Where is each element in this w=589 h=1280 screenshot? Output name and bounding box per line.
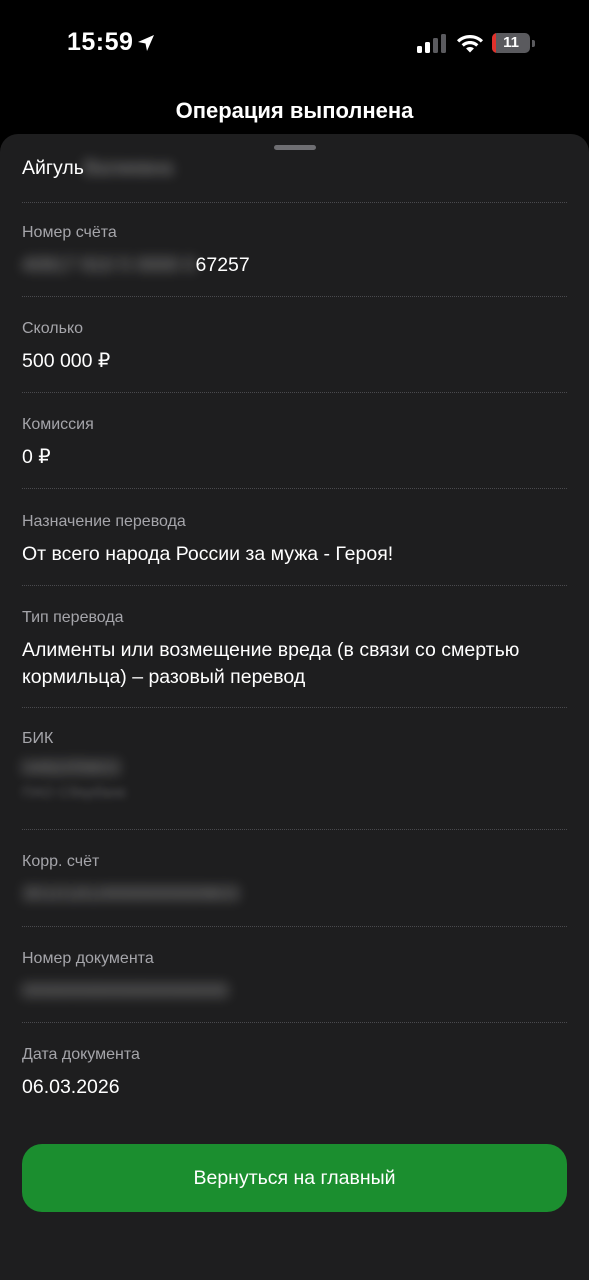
document-date-label: Дата документа xyxy=(22,1046,140,1063)
commission-label: Комиссия xyxy=(22,416,94,433)
amount-row: Сколько 500 000 ₽ xyxy=(22,319,567,374)
location-arrow-icon xyxy=(138,35,154,51)
document-date-value: 06.03.2026 xyxy=(22,1076,120,1098)
corr-account-value: 30101810000000000603 xyxy=(22,881,567,907)
account-row: Номер счёта 40817 810 5 0000 067257 xyxy=(22,223,567,278)
divider xyxy=(22,1022,567,1023)
home-button[interactable]: Вернуться на главный xyxy=(22,1144,567,1212)
transfer-type-value: Алименты или возмещение вреда (в связи с… xyxy=(22,639,520,688)
bik-label: БИК xyxy=(22,730,54,747)
details-sheet: АйгульВалиевна Номер счёта 40817 810 5 0… xyxy=(0,134,589,1280)
sheet-grabber[interactable] xyxy=(274,145,316,150)
page-title: Операция выполнена xyxy=(175,98,414,123)
bik-value: 049205603 xyxy=(22,755,567,781)
account-label: Номер счёта xyxy=(22,224,117,241)
document-date-row: Дата документа 06.03.2026 xyxy=(22,1045,567,1100)
recipient-name-hidden: Валиевна xyxy=(83,157,173,179)
battery-body: 11 xyxy=(492,33,530,53)
account-value: 40817 810 5 0000 067257 xyxy=(22,252,567,278)
purpose-row: Назначение перевода От всего народа Росс… xyxy=(22,512,567,567)
amount-value: 500 000 ₽ xyxy=(22,350,111,372)
battery-cap xyxy=(532,40,535,47)
divider xyxy=(22,585,567,586)
recipient-name: АйгульВалиевна xyxy=(22,157,173,180)
document-number-label: Номер документа xyxy=(22,950,154,967)
status-bar: 15:59 11 xyxy=(0,0,589,88)
divider xyxy=(22,296,567,297)
bik-row: БИК 049205603 ПАО Сбербанк xyxy=(22,729,567,803)
battery-level: 11 xyxy=(503,34,519,51)
commission-row: Комиссия 0 ₽ xyxy=(22,415,567,470)
bik-bank-hidden: ПАО Сбербанк xyxy=(22,784,126,801)
divider xyxy=(22,707,567,708)
document-number-row: Номер документа 0000000000000000000 xyxy=(22,949,567,1004)
account-value-visible: 67257 xyxy=(195,254,250,276)
document-number-value: 0000000000000000000 xyxy=(22,978,567,1004)
account-value-hidden: 40817 810 5 0000 0 xyxy=(22,254,196,276)
amount-label: Сколько xyxy=(22,320,84,337)
commission-value: 0 ₽ xyxy=(22,446,51,468)
divider xyxy=(22,202,567,203)
divider xyxy=(22,926,567,927)
purpose-value: От всего народа России за мужа - Героя! xyxy=(22,543,394,565)
corr-account-label: Корр. счёт xyxy=(22,853,100,870)
screen: 15:59 11 Операция выполнена АйгульВалиев… xyxy=(0,0,589,1280)
purpose-label: Назначение перевода xyxy=(22,513,186,530)
divider xyxy=(22,829,567,830)
document-number-value-hidden: 0000000000000000000 xyxy=(22,980,229,1002)
bik-bank: ПАО Сбербанк xyxy=(22,783,567,803)
cellular-signal-icon xyxy=(417,34,446,53)
wifi-icon xyxy=(457,35,483,53)
transfer-type-label: Тип перевода xyxy=(22,609,124,626)
status-time: 15:59 xyxy=(67,28,134,56)
recipient-name-visible: Айгуль xyxy=(22,157,84,179)
divider xyxy=(22,392,567,393)
divider xyxy=(22,488,567,489)
corr-account-row: Корр. счёт 30101810000000000603 xyxy=(22,852,567,907)
bik-value-hidden: 049205603 xyxy=(22,757,120,779)
corr-account-value-hidden: 30101810000000000603 xyxy=(22,883,239,905)
transfer-type-row: Тип перевода Алименты или возмещение вре… xyxy=(22,608,567,691)
battery-icon: 11 xyxy=(492,33,535,53)
